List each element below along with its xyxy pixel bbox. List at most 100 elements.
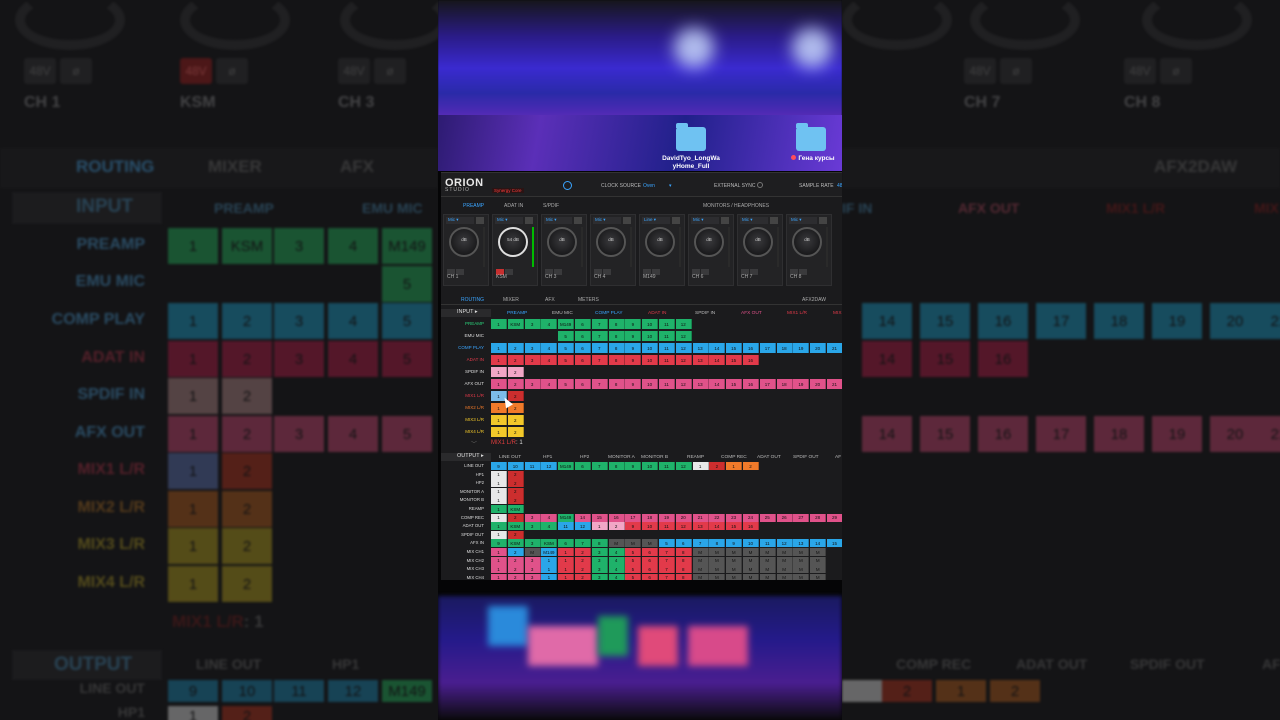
routing-cell[interactable]: M [793, 565, 810, 574]
link-button[interactable] [574, 217, 582, 224]
routing-cell[interactable]: 4 [541, 319, 558, 329]
routing-cell[interactable]: M149 [541, 548, 558, 556]
routing-cell[interactable]: 4 [608, 556, 625, 565]
input-type-select[interactable]: Mic ▾ [495, 217, 523, 224]
routing-cell[interactable]: 25 [759, 513, 776, 522]
routing-cell[interactable]: 3 [591, 573, 608, 580]
routing-cell[interactable]: M [726, 548, 743, 556]
routing-cell[interactable]: 19 [793, 379, 810, 389]
routing-cell[interactable]: 2 [507, 367, 524, 377]
routing-cell[interactable]: 10 [507, 462, 524, 470]
routing-cell[interactable]: M [810, 573, 827, 580]
input-type-select[interactable]: Mic ▾ [593, 217, 621, 224]
routing-cell[interactable]: 2 [507, 556, 524, 565]
routing-cell[interactable]: 4 [608, 548, 625, 556]
routing-cell[interactable]: 21 [827, 343, 842, 353]
output-row-label[interactable]: MIX CH1 [441, 549, 484, 554]
routing-cell[interactable]: 1 [558, 556, 575, 565]
routing-cell[interactable]: 17 [759, 343, 776, 353]
link-button[interactable] [672, 217, 680, 224]
output-row-label[interactable]: MIX CH4 [441, 575, 484, 580]
routing-cell[interactable]: M [743, 548, 759, 556]
routing-cell[interactable]: 12 [575, 522, 591, 531]
routing-cell[interactable]: 1 [491, 573, 507, 580]
routing-cell[interactable]: M [743, 573, 759, 580]
routing-cell[interactable]: 13 [793, 539, 810, 548]
routing-cell[interactable]: M149 [558, 513, 575, 522]
routing-cell[interactable]: 9 [491, 462, 507, 470]
routing-cell[interactable]: 2 [709, 462, 726, 470]
input-column-header[interactable]: EMU MIC [552, 311, 573, 319]
routing-cell[interactable]: 3 [591, 556, 608, 565]
routing-cell[interactable]: 29 [827, 513, 842, 522]
routing-cell[interactable]: 8 [608, 319, 625, 329]
routing-cell[interactable]: 3 [524, 522, 541, 531]
routing-cell[interactable]: 1 [491, 427, 507, 437]
routing-cell[interactable]: 1 [726, 462, 743, 470]
routing-cell[interactable]: 19 [793, 343, 810, 353]
input-column-header[interactable]: AFX OUT [741, 311, 762, 319]
routing-cell[interactable]: KSM [507, 319, 524, 329]
routing-cell[interactable]: 14 [709, 522, 726, 531]
routing-cell[interactable]: 4 [541, 379, 558, 389]
routing-cell[interactable]: 10 [642, 522, 659, 531]
routing-cell[interactable]: 12 [675, 379, 692, 389]
routing-cell[interactable]: 12 [675, 343, 692, 353]
routing-cell[interactable]: 16 [743, 379, 759, 389]
routing-cell[interactable]: 20 [810, 343, 827, 353]
routing-cell[interactable]: M [759, 565, 776, 574]
power-icon[interactable] [563, 181, 572, 190]
routing-cell[interactable]: 3 [591, 565, 608, 574]
routing-cell[interactable]: 8 [608, 379, 625, 389]
output-row-label[interactable]: SPDIF OUT [441, 532, 484, 537]
chevron-down-icon[interactable]: ﹀ [471, 439, 477, 448]
routing-cell[interactable]: M [759, 548, 776, 556]
input-row-label[interactable]: ADAT IN [441, 357, 484, 362]
routing-cell[interactable]: 5 [558, 331, 575, 341]
routing-cell[interactable]: 10 [642, 462, 659, 470]
input-column-header[interactable]: ADAT IN [648, 311, 666, 319]
input-column-header[interactable]: MIX1 L/R [787, 311, 807, 319]
routing-cell[interactable]: M [810, 565, 827, 574]
routing-cell[interactable]: 2 [507, 548, 524, 556]
routing-cell[interactable]: 2 [507, 415, 524, 425]
routing-cell[interactable]: 8 [675, 556, 692, 565]
input-column-header[interactable]: SPDIF IN [695, 311, 715, 319]
output-column-header[interactable]: ADAT OUT [757, 455, 781, 463]
input-row-label[interactable]: SPDIF IN [441, 369, 484, 374]
routing-cell[interactable]: 4 [608, 573, 625, 580]
routing-cell[interactable]: M [793, 573, 810, 580]
routing-cell[interactable]: 16 [743, 343, 759, 353]
folder-label[interactable]: DavidTyo_LongWa yHome_Full [656, 155, 726, 172]
routing-cell[interactable]: M [524, 548, 541, 556]
routing-cell[interactable]: 3 [524, 539, 541, 548]
sync-indicator-icon[interactable] [757, 182, 763, 188]
routing-cell[interactable]: 12 [675, 319, 692, 329]
input-column-header[interactable]: COMP PLAY [595, 311, 623, 319]
routing-cell[interactable]: 8 [675, 573, 692, 580]
routing-cell[interactable]: 2 [743, 462, 759, 470]
routing-cell[interactable]: 11 [659, 522, 675, 531]
routing-cell[interactable]: 15 [827, 539, 842, 548]
routing-cell[interactable]: 7 [659, 548, 675, 556]
routing-cell[interactable]: 10 [642, 379, 659, 389]
routing-cell[interactable]: 13 [692, 343, 709, 353]
routing-cell[interactable]: M [726, 556, 743, 565]
routing-cell[interactable]: 2 [575, 565, 591, 574]
routing-cell[interactable]: 1 [541, 556, 558, 565]
routing-cell[interactable]: 7 [692, 539, 709, 548]
routing-cell[interactable]: 19 [659, 513, 675, 522]
routing-cell[interactable]: 9 [726, 539, 743, 548]
routing-cell[interactable]: 3 [524, 319, 541, 329]
input-row-label[interactable]: MIX1 L/R [441, 393, 484, 398]
routing-cell[interactable]: 7 [591, 355, 608, 365]
routing-cell[interactable]: KSM [507, 505, 524, 513]
routing-cell[interactable]: 12 [675, 462, 692, 470]
routing-cell[interactable]: 7 [591, 343, 608, 353]
routing-cell[interactable]: 2 [507, 343, 524, 353]
output-section-header[interactable]: OUTPUT ▸ [441, 453, 491, 461]
output-column-header[interactable]: SPDIF OUT [793, 455, 819, 463]
input-type-select[interactable]: Mic ▾ [544, 217, 572, 224]
clock-source-select[interactable]: Oven [643, 183, 655, 189]
output-row-label[interactable]: HP2 [441, 480, 484, 485]
